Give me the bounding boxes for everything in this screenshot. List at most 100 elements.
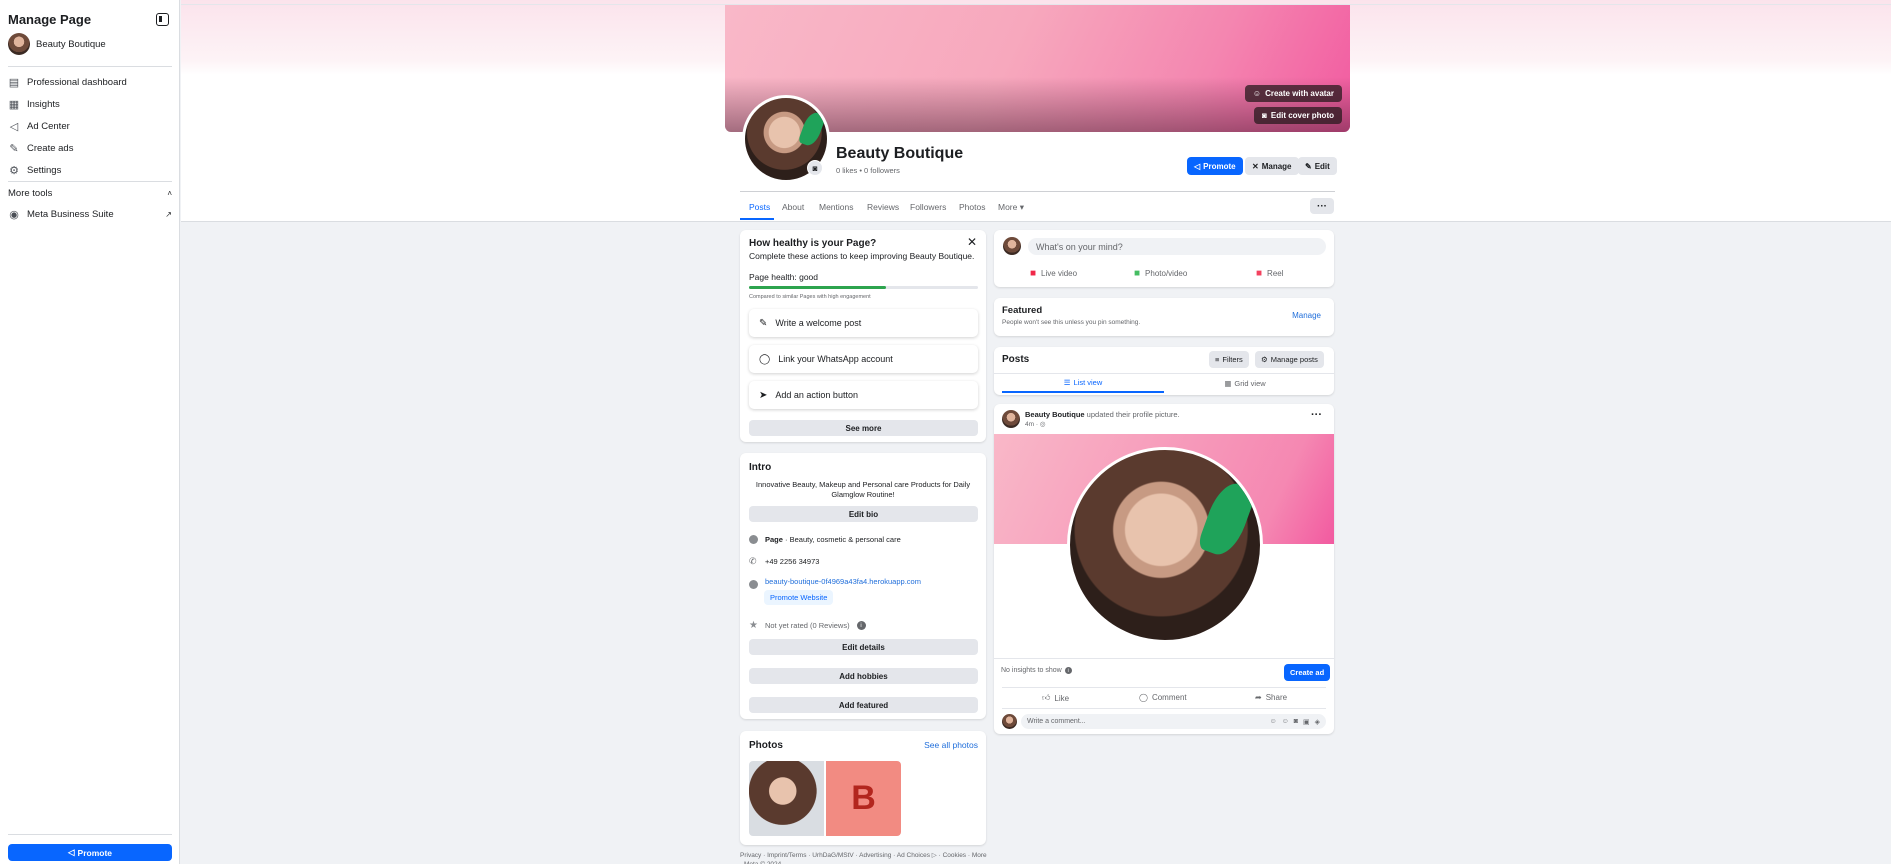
whats-on-your-mind-input[interactable]: What's on your mind?	[1028, 238, 1326, 255]
promote-label: Promote	[77, 847, 113, 858]
more-tools-toggle[interactable]: More tools ˄	[8, 188, 172, 199]
manage-button[interactable]: ✕ Manage	[1245, 157, 1299, 175]
share-button[interactable]: ➦ Share	[1255, 693, 1287, 702]
active-tab-indicator	[740, 218, 774, 220]
tab-about[interactable]: About	[782, 202, 804, 212]
tab-more[interactable]: More ▾	[998, 202, 1024, 213]
add-action-button-action[interactable]: ➤ Add an action button	[749, 381, 978, 409]
write-welcome-post-action[interactable]: ✎ Write a welcome post	[749, 309, 978, 337]
health-progress-fill	[749, 286, 887, 289]
insights-label: No insights to show	[1001, 667, 1062, 674]
comment-icon: ◯	[1139, 693, 1148, 702]
sidebar-item-settings[interactable]: ⚙ Settings	[8, 164, 62, 177]
sticker-icon[interactable]: ◈	[1315, 718, 1320, 726]
comment-button[interactable]: ◯ Comment	[1139, 693, 1187, 702]
camera-icon[interactable]: ◙	[1294, 718, 1298, 726]
sidebar-item-professional-dashboard[interactable]: ▤ Professional dashboard	[8, 76, 127, 89]
more-tools-label: More tools	[8, 188, 53, 199]
manage-posts-label: Manage posts	[1270, 355, 1318, 364]
sidebar-page-switcher[interactable]: Beauty Boutique	[8, 33, 106, 55]
post-header-text: Beauty Boutique updated their profile pi…	[1025, 410, 1180, 419]
edit-button[interactable]: ✎ Edit	[1298, 157, 1337, 175]
sidebar-item-create-ads[interactable]: ✎ Create ads	[8, 142, 73, 155]
edit-icon: ✎	[9, 142, 19, 155]
grid-view-tab[interactable]: ▦ Grid view	[1164, 374, 1326, 393]
see-more-button[interactable]: See more	[749, 420, 978, 436]
share-icon: ➦	[1255, 693, 1262, 702]
category-value: · Beauty, cosmetic & personal care	[782, 535, 901, 544]
divider	[8, 181, 172, 182]
tab-photos[interactable]: Photos	[959, 202, 985, 212]
sidebar-promote-button[interactable]: ◁ Promote	[8, 844, 172, 861]
edit-bio-button[interactable]: Edit bio	[749, 506, 978, 522]
intro-website: beauty-boutique-0f4969a43fa4.herokuapp.c…	[749, 574, 921, 589]
sidebar-item-label: Settings	[27, 164, 62, 176]
reel-button[interactable]: ■ Reel	[1256, 268, 1284, 279]
intro-category: Page · Beauty, cosmetic & personal care	[749, 535, 901, 544]
promote-website-button[interactable]: Promote Website	[764, 590, 834, 605]
footer-links[interactable]: Privacy · Imprint/Terms · UrhDaG/MStV · …	[740, 851, 990, 864]
globe-icon	[749, 580, 758, 589]
manage-posts-button[interactable]: ⚙ Manage posts	[1255, 351, 1324, 368]
manage-label: Manage	[1261, 161, 1292, 171]
add-hobbies-button[interactable]: Add hobbies	[749, 668, 978, 684]
add-featured-button[interactable]: Add featured	[749, 697, 978, 713]
globe-icon: ◎	[1039, 421, 1046, 428]
share-label: Share	[1265, 693, 1288, 702]
close-icon[interactable]: ✕	[967, 235, 977, 249]
phone-icon: ✆	[749, 556, 757, 566]
tab-posts[interactable]: Posts	[749, 202, 770, 212]
sidebar-item-ad-center[interactable]: ◁ Ad Center	[8, 120, 70, 133]
tab-followers[interactable]: Followers	[910, 202, 946, 212]
info-icon[interactable]: i	[1064, 667, 1072, 674]
intro-title: Intro	[749, 462, 772, 473]
sidebar-title: Manage Page	[8, 12, 92, 27]
promote-button[interactable]: ◁ Promote	[1187, 157, 1243, 175]
list-view-tab[interactable]: ☰ List view	[1002, 374, 1164, 393]
avatar-sticker-icon[interactable]: ☺	[1269, 718, 1276, 726]
emoji-icon[interactable]: ☺	[1282, 718, 1289, 726]
create-ad-button[interactable]: Create ad	[1284, 664, 1331, 681]
featured-card: Featured People won't see this unless yo…	[994, 298, 1334, 336]
post-author[interactable]: Beauty Boutique	[1025, 410, 1085, 419]
featured-manage-link[interactable]: Manage	[1292, 311, 1321, 320]
gif-icon[interactable]: ▣	[1303, 718, 1310, 726]
post-options-icon[interactable]: ···	[1311, 409, 1322, 421]
collapse-sidebar-icon[interactable]	[156, 13, 169, 26]
sidebar-item-meta-business-suite[interactable]: ◉ Meta Business Suite ↗	[8, 208, 172, 221]
tab-reviews[interactable]: Reviews	[867, 202, 899, 212]
website-link[interactable]: beauty-boutique-0f4969a43fa4.herokuapp.c…	[765, 577, 921, 586]
photo-thumbnail-letter[interactable]: B	[826, 761, 901, 836]
camera-icon[interactable]: ◙	[807, 160, 823, 176]
divider	[1002, 708, 1326, 709]
comment-input[interactable]: Write a comment... ☺ ☺ ◙ ▣ ◈	[1021, 714, 1326, 729]
comment-placeholder: Write a comment...	[1027, 718, 1086, 725]
like-button[interactable]: 👍︎ Like	[1042, 693, 1069, 703]
post-image[interactable]	[994, 434, 1334, 658]
page-stats: 0 likes • 0 followers	[836, 166, 900, 175]
edit-cover-photo-button[interactable]: ◙ Edit cover photo	[1254, 107, 1342, 124]
edit-details-button[interactable]: Edit details	[749, 639, 978, 655]
posts-title: Posts	[1002, 354, 1030, 365]
filters-label: Filters	[1222, 355, 1243, 364]
more-options-button[interactable]: ···	[1310, 198, 1334, 214]
see-all-photos-link[interactable]: See all photos	[924, 740, 978, 750]
link-whatsapp-action[interactable]: ◯ Link your WhatsApp account	[749, 345, 978, 373]
photos-title: Photos	[749, 740, 783, 751]
live-video-button[interactable]: ■ Live video	[1030, 268, 1077, 279]
star-icon: ★	[749, 620, 758, 631]
divider	[8, 66, 172, 67]
chevron-up-icon: ˄	[167, 189, 172, 198]
info-icon[interactable]: i	[856, 621, 866, 630]
insights-icon: ▦	[8, 98, 20, 111]
tab-mentions[interactable]: Mentions	[819, 202, 854, 212]
like-label: Like	[1054, 693, 1070, 703]
sidebar-item-insights[interactable]: ▦ Insights	[8, 98, 60, 111]
phone-value: +49 2256 34973	[765, 557, 820, 566]
avatar[interactable]	[1002, 410, 1020, 428]
photo-video-button[interactable]: ■ Photo/video	[1134, 268, 1187, 279]
action-label: Write a welcome post	[775, 318, 862, 328]
create-with-avatar-button[interactable]: ☺ Create with avatar	[1244, 85, 1342, 102]
filters-button[interactable]: ≡ Filters	[1209, 351, 1249, 368]
photo-thumbnail[interactable]	[749, 761, 824, 836]
